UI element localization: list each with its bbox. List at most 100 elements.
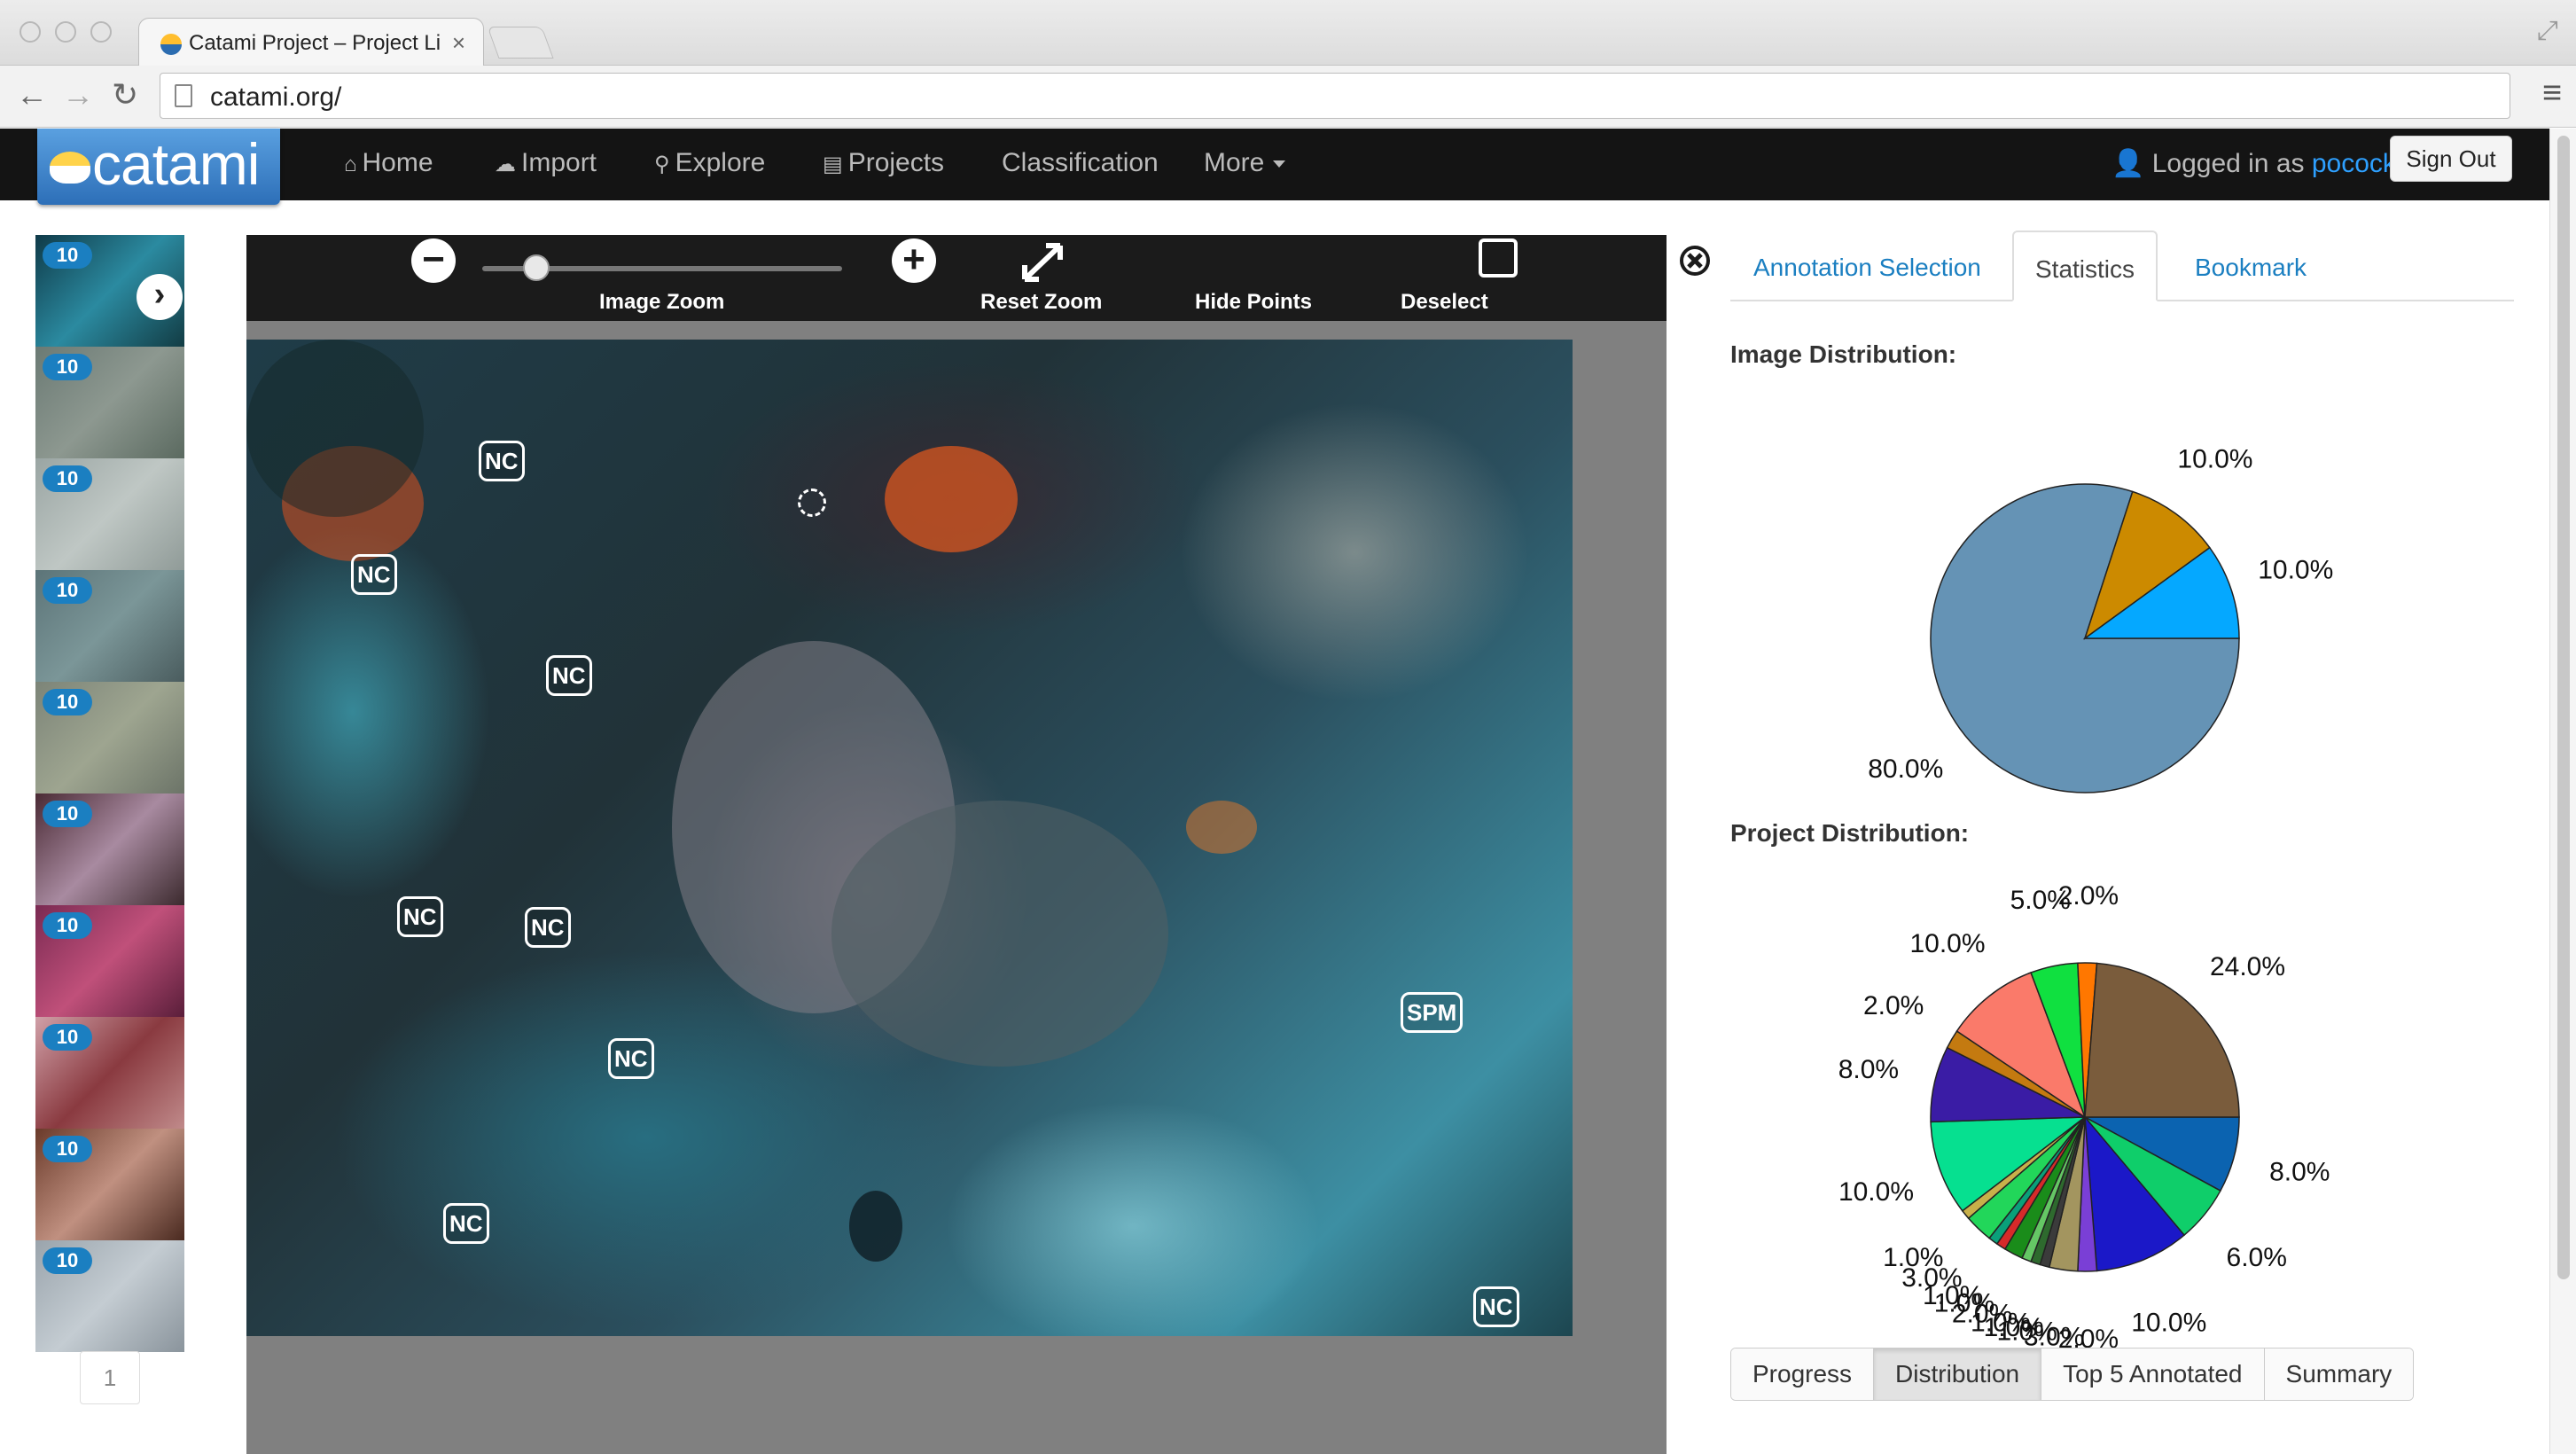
new-tab-button[interactable]	[487, 27, 554, 59]
progress-button[interactable]: Progress	[1731, 1348, 1875, 1400]
distribution-button[interactable]: Distribution	[1874, 1348, 2042, 1400]
pie-slice-label: 80.0%	[1868, 754, 1943, 784]
home-icon: ⌂	[344, 152, 357, 176]
cloud-upload-icon: ☁	[495, 152, 516, 176]
hide-points-button[interactable]: Hide Points	[1195, 290, 1312, 315]
tab-annotation-selection[interactable]: Annotation Selection	[1732, 231, 2002, 301]
image-thumbnail[interactable]: 10	[35, 905, 184, 1017]
annotation-count-badge: 10	[43, 801, 92, 827]
viewer-toolbar: − + Image Zoom Reset Zoom Hide Points De…	[246, 235, 1715, 321]
pie-slice-label: 2.0%	[1863, 991, 1924, 1020]
pie-slice-label: 2.0%	[2058, 881, 2119, 911]
page-scrollbar[interactable]	[2549, 129, 2576, 1454]
annotation-point[interactable]: NC	[351, 554, 397, 595]
nav-home-label: Home	[362, 148, 433, 177]
annotation-point[interactable]: NC	[608, 1038, 654, 1079]
sign-out-button[interactable]: Sign Out	[2390, 136, 2512, 182]
image-thumbnail[interactable]: 10 ›	[35, 235, 184, 347]
logged-in-status: 👤 Logged in as pocock	[2112, 148, 2396, 179]
forward-arrow-icon[interactable]: →	[62, 76, 94, 113]
nav-more-label: More	[1204, 148, 1265, 177]
annotation-point[interactable]: NC	[397, 896, 443, 937]
image-distribution-pie-chart: 80.0% 10.0% 10.0%	[1868, 445, 2333, 793]
catami-favicon-icon	[160, 34, 182, 55]
zoom-window-icon[interactable]	[90, 21, 112, 43]
address-bar[interactable]: catami.org/	[160, 73, 2510, 119]
rock-shadow	[246, 340, 424, 517]
pie-slice-label: 1.0%	[1883, 1243, 1943, 1272]
summary-button[interactable]: Summary	[2264, 1348, 2414, 1400]
nav-import-label: Import	[521, 148, 597, 177]
scrollbar-thumb[interactable]	[2557, 136, 2570, 1279]
deselect-icon[interactable]	[1671, 237, 1719, 285]
browser-titlebar: Catami Project – Project Li × ⤢	[0, 0, 2576, 67]
reset-zoom-button[interactable]: Reset Zoom	[980, 290, 1102, 315]
app-navbar: catami ⌂ Home ☁ Import ⚲ Explore ▤ Projects …	[0, 129, 2549, 205]
deselect-button[interactable]: Deselect	[1401, 290, 1488, 315]
nav-projects[interactable]: ▤ Projects	[823, 148, 944, 178]
nav-home[interactable]: ⌂ Home	[344, 148, 433, 178]
back-arrow-icon[interactable]: ←	[16, 76, 48, 113]
nav-explore[interactable]: ⚲ Explore	[654, 148, 765, 178]
browser-menu-icon[interactable]: ≡	[2542, 74, 2562, 113]
image-zoom-label: Image Zoom	[599, 290, 725, 314]
tab-bookmark[interactable]: Bookmark	[2174, 231, 2328, 301]
zoom-slider-handle[interactable]	[522, 254, 550, 281]
image-thumbnail[interactable]: 10	[35, 347, 184, 458]
annotation-count-badge: 10	[43, 1024, 92, 1051]
image-thumbnail[interactable]: 10	[35, 458, 184, 570]
image-thumbnail[interactable]: 10	[35, 1017, 184, 1129]
annotation-point[interactable]: NC	[525, 907, 571, 948]
tab-title: Catami Project – Project Li	[189, 31, 441, 55]
image-thumbnail[interactable]: 10	[35, 570, 184, 682]
catami-logo-icon	[50, 152, 90, 184]
selected-point-marker[interactable]	[798, 489, 826, 517]
catami-logo[interactable]: catami	[37, 129, 280, 205]
top-5-annotated-button[interactable]: Top 5 Annotated	[2041, 1348, 2265, 1400]
pie-slice-label: 8.0%	[1838, 1055, 1899, 1084]
logo-text: catami	[92, 131, 260, 197]
minimize-window-icon[interactable]	[55, 21, 76, 43]
close-window-icon[interactable]	[20, 21, 41, 43]
reset-zoom-icon[interactable]	[1019, 240, 1066, 285]
image-thumbnail[interactable]: 10	[35, 793, 184, 905]
annotation-count-badge: 10	[43, 354, 92, 380]
tab-close-icon[interactable]: ×	[452, 29, 465, 57]
list-icon: ▤	[823, 152, 843, 176]
nav-import[interactable]: ☁ Import	[495, 148, 597, 178]
user-icon: 👤	[2112, 149, 2145, 178]
annotation-point[interactable]: NC	[443, 1203, 489, 1244]
tab-statistics[interactable]: Statistics	[2012, 231, 2158, 301]
username-link[interactable]: pocock	[2312, 149, 2396, 178]
annotation-count-badge: 10	[43, 689, 92, 715]
annotation-point[interactable]: NC	[546, 655, 592, 696]
image-thumbnail[interactable]: 10	[35, 1129, 184, 1240]
browser-tab[interactable]: Catami Project – Project Li ×	[138, 18, 484, 67]
image-thumbnail[interactable]: 10	[35, 1240, 184, 1352]
reload-icon[interactable]: ↻	[112, 76, 138, 113]
thumbnail-page-button[interactable]: 1	[80, 1351, 140, 1404]
pie-slice-label: 10.0%	[2131, 1308, 2206, 1337]
checkbox-icon[interactable]	[1479, 238, 1518, 278]
coral-patch	[1186, 801, 1257, 854]
image-distribution-title: Image Distribution:	[1730, 340, 1957, 368]
seafloor-photo[interactable]: NC NC NC NC NC NC NC SPM NC	[246, 340, 1573, 1336]
annotation-count-badge: 10	[43, 1247, 92, 1274]
annotation-point[interactable]: NC	[479, 441, 525, 481]
nav-classification[interactable]: Classification	[1002, 148, 1159, 178]
pie-slice-label: 8.0%	[2269, 1158, 2330, 1187]
coral-patch	[885, 446, 1018, 552]
nav-more-dropdown[interactable]: More	[1204, 148, 1286, 178]
image-thumbnail[interactable]: 10	[35, 682, 184, 793]
annotation-point[interactable]: SPM	[1401, 992, 1464, 1033]
zoom-out-icon[interactable]: −	[411, 238, 456, 283]
pie-slice-label: 6.0%	[2227, 1243, 2287, 1272]
annotation-point[interactable]: NC	[1473, 1286, 1519, 1327]
url-text[interactable]: catami.org/	[210, 82, 341, 113]
annotation-count-badge: 10	[43, 465, 92, 492]
annotation-count-badge: 10	[43, 1136, 92, 1162]
logged-in-label: Logged in as	[2151, 149, 2305, 178]
zoom-in-icon[interactable]: +	[892, 238, 936, 283]
fullscreen-icon[interactable]: ⤢	[2537, 16, 2558, 46]
chevron-right-icon[interactable]: ›	[137, 274, 183, 320]
